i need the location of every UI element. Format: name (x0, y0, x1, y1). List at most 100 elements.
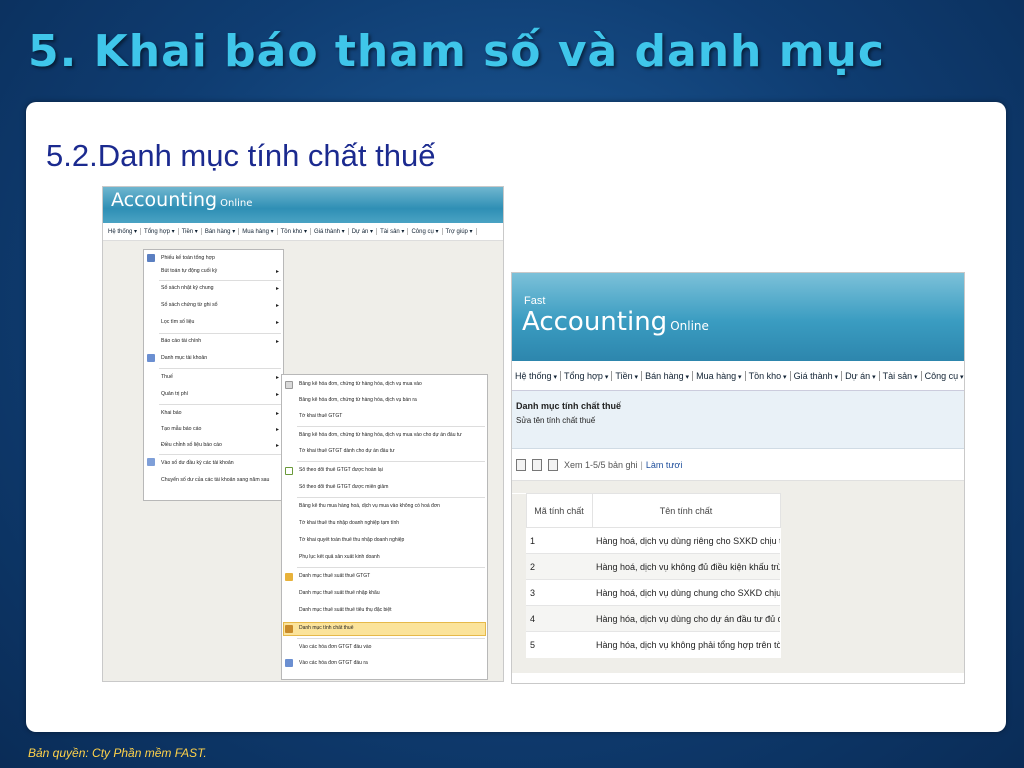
app-banner: Accounting Online (103, 187, 503, 223)
divider (297, 638, 485, 639)
cell-name: Hàng hoá, dịch vụ dùng riêng cho SXKD ch… (592, 527, 780, 554)
menu-item[interactable]: Tạo mẫu báo cáo (161, 426, 279, 433)
row-indicator (512, 631, 526, 658)
menu-tai-san[interactable]: Tài sản (377, 228, 409, 235)
report-icon (285, 381, 293, 389)
table-row[interactable]: 2 Hàng hoá, dịch vụ không đủ điều kiện k… (512, 553, 780, 580)
menu-item[interactable]: Khai báo (161, 410, 279, 417)
menu-tien[interactable]: Tiền (612, 370, 643, 381)
menu-item[interactable]: Quản trị phí (161, 391, 279, 398)
menu-he-thong[interactable]: Hệ thống (512, 370, 561, 381)
menu-item[interactable]: Bút toán tự động cuối kỳ (161, 268, 279, 275)
tax-property-table: Mã tính chất Tên tính chất 1 Hàng hoá, d… (512, 493, 781, 658)
menu-item[interactable]: Sổ theo dõi thuế GTGT được miễn giảm (299, 484, 485, 490)
menu-item[interactable]: Tờ khai thuế GTGT (299, 413, 485, 419)
list-screenshot: Fast AccountingOnline Hệ thống Tổng hợp … (511, 272, 965, 684)
menu-item[interactable]: Vào các hóa đơn GTGT đầu vào (299, 644, 485, 650)
column-header-code[interactable]: Mã tính chất (525, 493, 593, 528)
menu-item[interactable]: Sổ sách nhật ký chung (161, 285, 279, 292)
menu-item-thue[interactable]: Thuế (161, 374, 279, 381)
main-menu-bar: Hệ thống Tổng hợp Tiền Bán hàng Mua hàng… (103, 223, 503, 241)
app-logo: Accounting Online (522, 307, 709, 337)
menu-mua-hang[interactable]: Mua hàng (239, 228, 278, 235)
menu-item[interactable]: Tờ khai quyết toán thuế thu nhập doanh n… (299, 537, 485, 543)
journal-icon (147, 254, 155, 262)
menu-gia-thanh[interactable]: Giá thành (791, 370, 843, 381)
edit-icon[interactable] (516, 458, 526, 471)
menu-item[interactable]: Danh mục thuế suất thuế tiêu thụ đặc biệ… (299, 607, 485, 613)
menu-item[interactable]: Danh mục thuế suất thuế nhập khẩu (299, 590, 485, 596)
menu-item[interactable]: Bảng kê hóa đơn, chứng từ hàng hóa, dịch… (299, 381, 485, 387)
menu-item[interactable]: Điều chỉnh số liệu báo cáo (161, 442, 279, 449)
menu-ton-kho[interactable]: Tồn kho (746, 370, 791, 381)
divider (297, 497, 485, 498)
tong-hop-dropdown: Phiếu kế toán tổng hợp Bút toán tự động … (143, 249, 284, 501)
page-subtitle[interactable]: Sửa tên tính chất thuế (516, 416, 960, 425)
cell-name: Hàng hóa, dịch vụ dùng cho dự án đầu tư … (592, 605, 780, 632)
menu-item[interactable]: Vào các hóa đơn GTGT đầu ra (299, 660, 485, 666)
menu-item[interactable]: Danh mục thuế suất thuế GTGT (299, 573, 485, 579)
divider (159, 404, 281, 405)
cell-name: Hàng hóa, dịch vụ không phải tổng hợp tr… (592, 631, 780, 658)
menu-item[interactable]: Chuyển số dư của các tài khoản sang năm … (161, 477, 279, 483)
menu-item-danh-muc-tinh-chat-thue[interactable]: Danh mục tính chất thuế (299, 625, 485, 631)
menu-cong-cu[interactable]: Công cụ (408, 228, 443, 235)
menu-item[interactable]: Danh mục tài khoản (161, 355, 279, 361)
copyright-footer: Bản quyền: Cty Phần mềm FAST. (28, 746, 207, 760)
table-row[interactable]: 5 Hàng hóa, dịch vụ không phải tổng hợp … (512, 631, 780, 658)
menu-item[interactable]: Bảng kê thu mua hàng hoá, dịch vụ mua và… (299, 503, 485, 509)
menu-item[interactable]: Vào số dư đầu kỳ các tài khoản (161, 460, 279, 466)
accounts-icon (147, 354, 155, 362)
menu-item[interactable]: Phụ lục kết quả sản xuất kinh doanh (299, 554, 485, 560)
menu-tien[interactable]: Tiền (179, 228, 202, 235)
menu-tro-giup[interactable]: Trợ giúp (443, 228, 477, 235)
menu-tai-san[interactable]: Tài sản (880, 370, 922, 381)
menu-du-an[interactable]: Dự án (842, 370, 880, 381)
menu-item[interactable]: Tờ khai thuế thu nhập doanh nghiệp tạm t… (299, 520, 485, 526)
menu-screenshot: AccountingOnline Hệ thống Tổng hợp Tiền … (102, 186, 504, 682)
grid-view-icon[interactable] (548, 458, 558, 471)
slide-title: 5. Khai báo tham số và danh mục (28, 26, 885, 77)
menu-item[interactable]: Bảng kê hóa đơn, chứng từ hàng hóa, dịch… (299, 432, 485, 438)
menu-ton-kho[interactable]: Tồn kho (278, 228, 311, 235)
menu-item[interactable]: Bảng kê hóa đơn, chứng từ hàng hóa, dịch… (299, 397, 485, 403)
page-header-panel: Danh mục tính chất thuế Sửa tên tính chấ… (512, 391, 964, 449)
cell-code: 3 (526, 579, 592, 606)
menu-gia-thanh[interactable]: Giá thành (311, 228, 349, 235)
thue-dropdown: Bảng kê hóa đơn, chứng từ hàng hóa, dịch… (281, 374, 488, 680)
cell-code: 1 (526, 527, 592, 554)
slide-subtitle: 5.2.Danh mục tính chất thuế (46, 138, 436, 173)
app-logo: Accounting Online (111, 189, 253, 211)
cell-name: Hàng hoá, dịch vụ không đủ điều kiện khấ… (592, 553, 780, 580)
menu-item[interactable]: Báo cáo tài chính (161, 338, 279, 345)
menu-du-an[interactable]: Dự án (349, 228, 378, 235)
toolbar-separator: | (640, 459, 643, 470)
divider (159, 280, 281, 281)
menu-tong-hop[interactable]: Tổng hợp (561, 370, 613, 381)
cell-name: Hàng hoá, dịch vụ dùng chung cho SXKD ch… (592, 579, 780, 606)
divider (297, 426, 485, 427)
menu-tong-hop[interactable]: Tổng hợp (141, 228, 179, 235)
menu-ban-hang[interactable]: Bán hàng (202, 228, 240, 235)
menu-mua-hang[interactable]: Mua hàng (693, 370, 746, 381)
divider (159, 368, 281, 369)
column-header-name[interactable]: Tên tính chất (591, 493, 781, 528)
menu-item[interactable]: Phiếu kế toán tổng hợp (161, 255, 279, 261)
menu-item[interactable]: Sổ theo dõi thuế GTGT được hoàn lại (299, 467, 485, 473)
menu-item[interactable]: Sổ sách chứng từ ghi sổ (161, 302, 279, 309)
menu-ban-hang[interactable]: Bán hàng (642, 370, 694, 381)
table-row[interactable]: 1 Hàng hoá, dịch vụ dùng riêng cho SXKD … (512, 527, 780, 554)
row-indicator (512, 579, 526, 606)
menu-he-thong[interactable]: Hệ thống (105, 228, 142, 235)
menu-cong-cu[interactable]: Công cụ (922, 371, 964, 381)
copy-icon[interactable] (532, 458, 542, 471)
menu-item[interactable]: Tờ khai thuế GTGT dành cho dự án đầu tư (299, 448, 485, 454)
row-indicator (512, 527, 526, 554)
table-row[interactable]: 4 Hàng hóa, dịch vụ dùng cho dự án đầu t… (512, 605, 780, 632)
tax-property-icon (285, 625, 293, 633)
refresh-link[interactable]: Làm tươi (646, 460, 682, 470)
grid-area: Mã tính chất Tên tính chất 1 Hàng hoá, d… (512, 481, 964, 673)
divider (159, 454, 281, 455)
menu-item[interactable]: Lọc tìm số liệu (161, 319, 279, 326)
table-row[interactable]: 3 Hàng hoá, dịch vụ dùng chung cho SXKD … (512, 579, 780, 606)
